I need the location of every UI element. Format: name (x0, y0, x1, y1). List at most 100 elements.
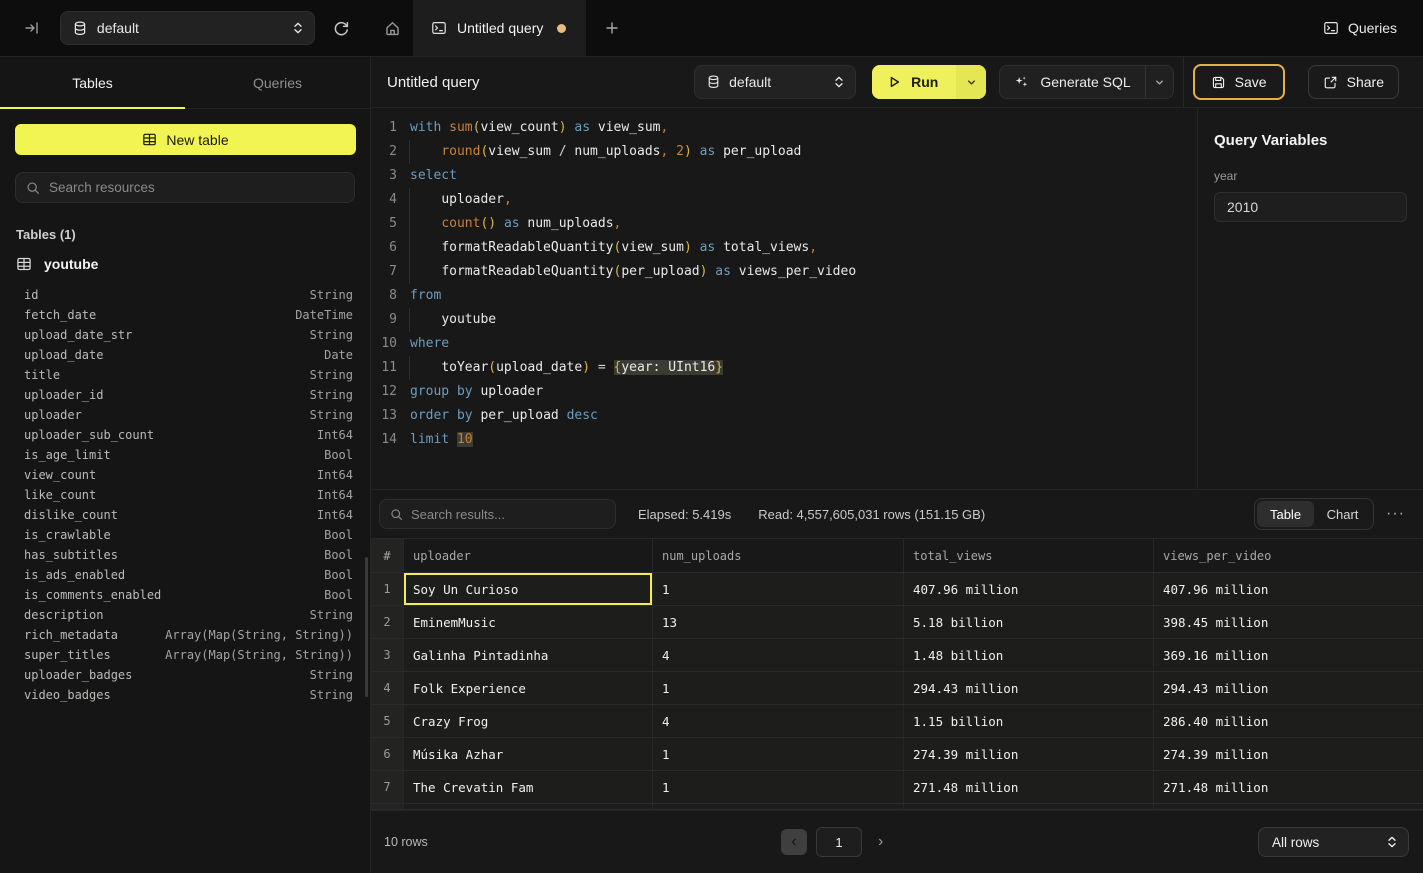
sidebar-tab-tables[interactable]: Tables (0, 57, 185, 108)
schema-column-row[interactable]: has_subtitles Bool (0, 545, 370, 565)
tab-strip: Untitled query (371, 0, 1323, 56)
refresh-button[interactable] (327, 14, 355, 42)
table-cell[interactable]: Soy Un Curioso (404, 573, 653, 605)
page-number-input[interactable]: 1 (816, 827, 862, 857)
collapse-sidebar-button[interactable] (18, 14, 46, 42)
results-search-input[interactable] (411, 507, 605, 522)
column-type: Bool (324, 548, 353, 562)
table-cell[interactable]: 398.45 million (1154, 606, 1423, 638)
schema-column-row[interactable]: is_age_limit Bool (0, 445, 370, 465)
table-cell[interactable]: Crazy Frog (404, 705, 653, 737)
resource-search-input[interactable] (49, 180, 344, 195)
new-table-button[interactable]: New table (15, 124, 356, 155)
tab-title: Untitled query (457, 20, 543, 36)
table-row: 7 The Crevatin Fam1271.48 million271.48 … (371, 771, 1423, 804)
sql-editor[interactable]: 1 with sum(view_count) as view_sum, 2 ro… (371, 108, 1197, 489)
schema-column-row[interactable]: uploader String (0, 405, 370, 425)
table-cell[interactable]: EminemMusic (404, 606, 653, 638)
sidebar-tab-queries[interactable]: Queries (185, 57, 370, 108)
schema-column-row[interactable]: video_badges String (0, 685, 370, 705)
column-header[interactable]: total_views (904, 539, 1154, 572)
code-line: 3 select (371, 164, 1197, 188)
save-button[interactable]: Save (1193, 64, 1285, 100)
schema-column-row[interactable]: upload_date_str String (0, 325, 370, 345)
column-name: video_badges (24, 688, 111, 702)
table-cell[interactable]: 294.43 million (1154, 672, 1423, 704)
column-header[interactable]: num_uploads (653, 539, 904, 572)
prev-page-button[interactable]: ‹ (781, 829, 807, 855)
schema-column-row[interactable]: uploader_badges String (0, 665, 370, 685)
table-cell[interactable]: 1 (653, 672, 904, 704)
schema-column-row[interactable]: is_crawlable Bool (0, 525, 370, 545)
share-button[interactable]: Share (1308, 65, 1399, 99)
database-icon (73, 21, 87, 36)
column-name: uploader_sub_count (24, 428, 154, 442)
next-page-button[interactable]: › (878, 833, 883, 851)
schema-column-row[interactable]: dislike_count Int64 (0, 505, 370, 525)
run-button[interactable]: Run (872, 65, 956, 99)
schema-column-row[interactable]: like_count Int64 (0, 485, 370, 505)
table-cell[interactable]: 274.39 million (904, 738, 1154, 770)
schema-column-row[interactable]: fetch_date DateTime (0, 305, 370, 325)
schema-column-row[interactable]: is_ads_enabled Bool (0, 565, 370, 585)
table-cell[interactable]: 5.18 billion (904, 606, 1154, 638)
database-selector[interactable]: default (60, 11, 315, 45)
column-type: Date (324, 348, 353, 362)
table-cell[interactable]: 274.39 million (1154, 738, 1423, 770)
column-type: DateTime (295, 308, 353, 322)
table-cell[interactable]: Folk Experience (404, 672, 653, 704)
schema-column-row[interactable]: upload_date Date (0, 345, 370, 365)
table-cell[interactable]: 407.96 million (904, 573, 1154, 605)
column-header[interactable]: views_per_video (1154, 539, 1423, 572)
generate-sql-button[interactable]: Generate SQL (1000, 66, 1144, 98)
new-tab-button[interactable] (586, 0, 638, 56)
view-toggle-table[interactable]: Table (1257, 501, 1314, 527)
table-cell[interactable]: 13 (653, 606, 904, 638)
table-cell[interactable]: Músika Azhar (404, 738, 653, 770)
table-cell[interactable]: 1 (653, 738, 904, 770)
table-cell[interactable]: 4 (653, 639, 904, 671)
table-cell[interactable]: 1.15 billion (904, 705, 1154, 737)
schema-column-row[interactable]: title String (0, 365, 370, 385)
table-cell[interactable]: 294.43 million (904, 672, 1154, 704)
table-cell[interactable]: 1.48 billion (904, 639, 1154, 671)
code-line: 2 round(view_sum / num_uploads, 2) as pe… (371, 140, 1197, 164)
table-entry-youtube[interactable]: youtube (16, 256, 370, 272)
schema-column-row[interactable]: is_comments_enabled Bool (0, 585, 370, 605)
schema-column-row[interactable]: id String (0, 285, 370, 305)
table-cell[interactable]: 4 (653, 705, 904, 737)
home-icon (384, 20, 401, 37)
table-cell[interactable]: 1 (653, 771, 904, 803)
schema-column-row[interactable]: uploader_id String (0, 385, 370, 405)
table-cell[interactable]: 1 (653, 573, 904, 605)
table-row: 6 Músika Azhar1274.39 million274.39 mill… (371, 738, 1423, 771)
schema-column-row[interactable]: uploader_sub_count Int64 (0, 425, 370, 445)
table-cell[interactable]: 369.16 million (1154, 639, 1423, 671)
table-cell[interactable]: 407.96 million (1154, 573, 1423, 605)
column-header[interactable]: uploader (404, 539, 653, 572)
page-size-selector[interactable]: All rows (1258, 827, 1409, 857)
sidebar-scrollbar-thumb[interactable] (365, 557, 368, 697)
results-menu-button[interactable]: ··· (1386, 505, 1405, 523)
table-cell[interactable]: 271.48 million (1154, 771, 1423, 803)
home-button[interactable] (371, 0, 413, 56)
schema-column-row[interactable]: description String (0, 605, 370, 625)
view-toggle-chart[interactable]: Chart (1314, 501, 1371, 527)
table-cell[interactable]: 271.48 million (904, 771, 1154, 803)
queries-button[interactable]: Queries (1323, 20, 1397, 36)
variable-year-input[interactable] (1214, 192, 1407, 222)
tab-untitled-query[interactable]: Untitled query (413, 0, 586, 56)
toolbar-database-selector[interactable]: default (694, 65, 856, 99)
schema-column-row[interactable]: super_titles Array(Map(String, String)) (0, 645, 370, 665)
table-cell[interactable]: 286.40 million (1154, 705, 1423, 737)
table-row: 5 Crazy Frog41.15 billion286.40 million (371, 705, 1423, 738)
schema-column-row[interactable]: view_count Int64 (0, 465, 370, 485)
table-cell[interactable]: Galinha Pintadinha (404, 639, 653, 671)
column-header[interactable]: # (371, 539, 404, 572)
generate-sql-options-button[interactable] (1145, 66, 1173, 98)
search-icon (390, 508, 403, 521)
schema-column-row[interactable]: rich_metadata Array(Map(String, String)) (0, 625, 370, 645)
column-name: uploader_id (24, 388, 103, 402)
run-options-button[interactable] (956, 65, 986, 99)
table-cell[interactable]: The Crevatin Fam (404, 771, 653, 803)
